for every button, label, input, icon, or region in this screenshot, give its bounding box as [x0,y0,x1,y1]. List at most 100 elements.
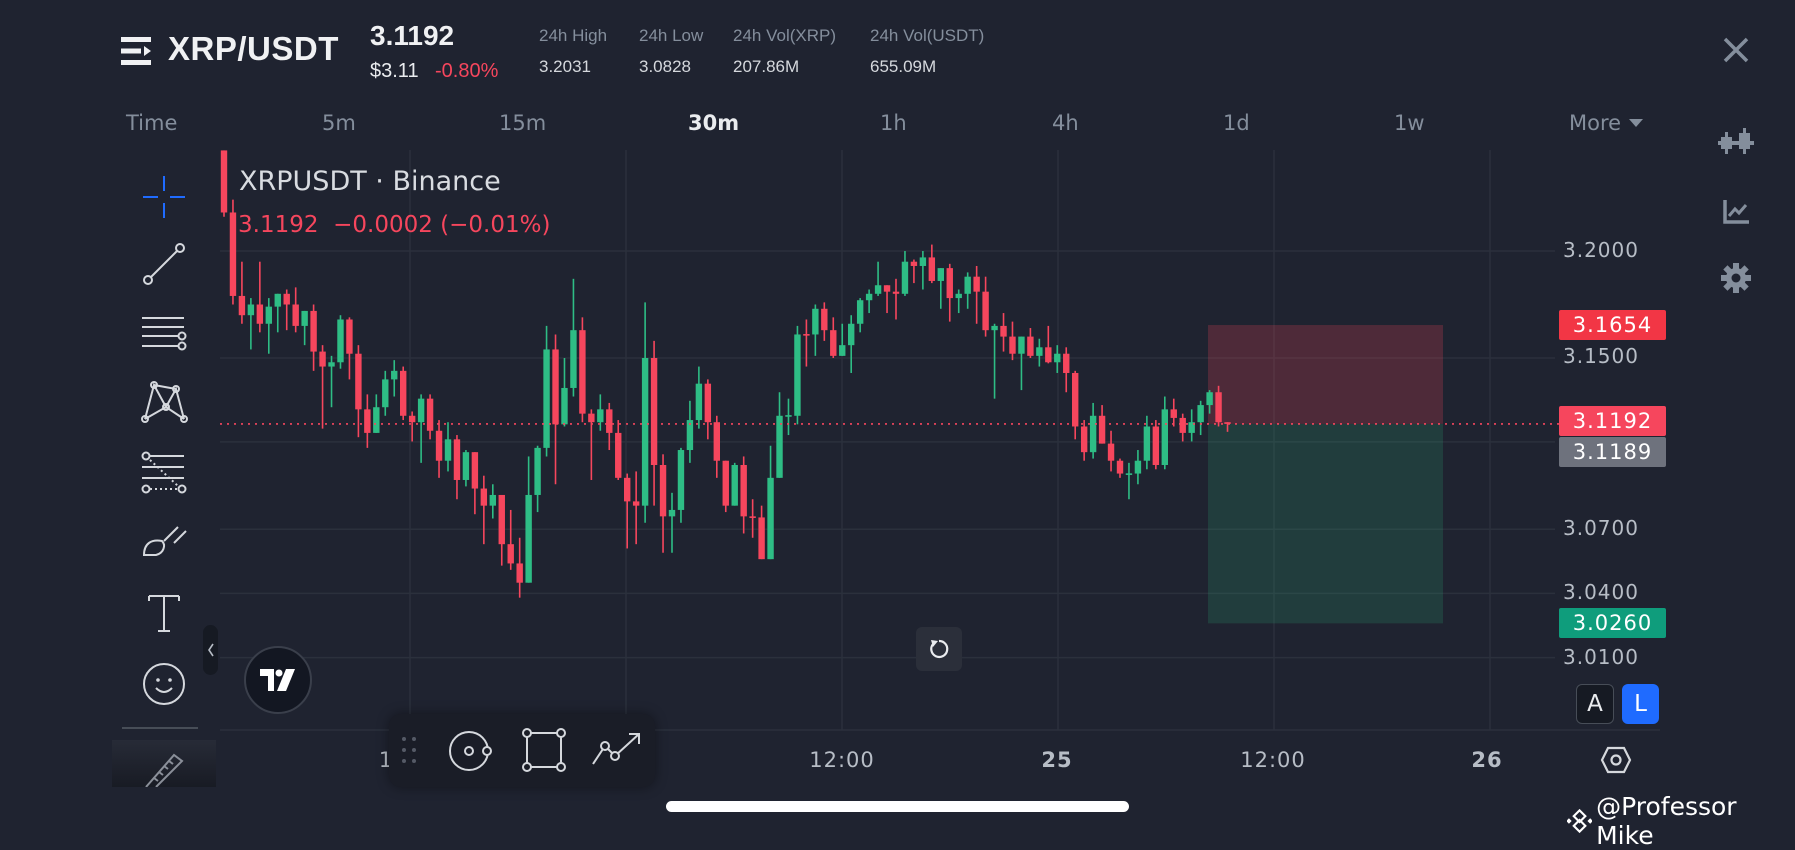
candle-body [534,447,541,495]
time-tick: 26 [1471,748,1503,772]
candle-body [1080,426,1088,453]
candle-body [722,460,729,506]
candle-body [489,494,496,506]
candle-body [1089,415,1097,453]
candle-body [830,330,837,356]
candle-body [426,398,434,431]
candle-body [731,465,738,506]
candle-body [973,276,980,292]
candle-body [570,330,577,388]
trend-line-tool-icon[interactable] [140,240,188,288]
candle-body [839,345,846,356]
candle-body [821,308,828,331]
candle-body [238,295,246,316]
crosshair-tool-icon[interactable] [140,173,188,221]
candle-body [964,276,971,294]
watermark: @Professor Mike [1567,792,1795,850]
candle-body [507,544,514,564]
time-tick: 12:00 [809,748,875,772]
candle-body [641,358,649,506]
candle-body [256,304,264,324]
candle-body [220,150,228,213]
candle-body [462,452,470,480]
candle-body [1098,415,1106,444]
candle-body [901,261,909,294]
chart-symbol-legend: XRPUSDT · Binance [239,166,501,197]
candle-body [919,257,927,266]
time-tick: 25 [1041,748,1073,772]
candle-body [928,257,936,281]
floating-drawing-toolbar [389,714,655,787]
candle-body [1125,473,1133,475]
candle-body [247,304,255,316]
auto-scale-button[interactable]: A [1576,684,1614,724]
candle-body [991,325,998,331]
log-scale-button[interactable]: L [1622,684,1659,724]
candle-body [713,422,720,461]
candle-body [1116,460,1124,474]
candle-body [516,563,523,583]
ruler-tool-icon[interactable] [112,740,216,787]
candle-body [1170,409,1177,418]
reset-chart-button[interactable] [916,627,962,671]
candle-body [391,370,398,380]
candle-body [1215,392,1222,423]
candle-body [606,409,613,433]
candle-body [1179,417,1186,433]
position-risk-zone [1208,325,1443,424]
emoji-tool-icon[interactable] [140,660,188,708]
rectangle-tool-icon[interactable] [522,728,566,777]
candle-body [435,430,443,461]
candle-body [910,261,918,266]
horizontal-lines-tool-icon[interactable] [140,311,188,359]
candle-body [498,494,505,545]
last-price-badge: 3.1192 [1559,406,1666,436]
candle-body [1000,325,1007,337]
candle-body [1107,443,1115,461]
candle-body [776,415,783,478]
candle-body [310,310,317,352]
drag-handle-icon[interactable] [401,736,417,769]
candle-body [552,349,559,425]
candle-body [1161,409,1168,465]
candle-body [480,488,488,506]
candle-body [856,300,864,324]
price-tick: 3.1500 [1563,344,1639,368]
candle-body [937,268,944,281]
fibonacci-tool-icon[interactable] [140,449,188,497]
candle-body [624,477,631,502]
chart-price-legend: 3.1192 −0.0002 (−0.01%) [238,212,551,238]
candle-body [767,477,774,560]
candle-body [382,379,389,408]
pattern-tool-icon[interactable] [140,378,188,426]
price-tick: 3.2000 [1563,238,1639,262]
time-tick: 12:00 [1240,748,1306,772]
candle-body [955,293,962,299]
candle-body [229,212,237,296]
candle-body [749,516,756,518]
stop-loss-price-badge: 3.1654 [1559,310,1666,340]
candle-body [543,349,550,448]
price-tick: 3.0400 [1563,580,1639,604]
candle-body [453,439,461,480]
chevron-left-icon [207,643,214,657]
candle-body [632,501,640,506]
circle-tool-icon[interactable] [449,729,495,778]
candle-body [758,517,765,560]
candle-body [794,334,801,416]
tradingview-logo[interactable] [244,646,312,714]
toolbar-divider [122,727,198,729]
collapse-toolbar-button[interactable] [203,625,218,675]
candle-body [373,407,380,433]
brush-tool-icon[interactable] [140,514,188,562]
candle-body [319,351,326,367]
path-tool-icon[interactable] [591,730,645,775]
candle-body [355,353,362,410]
candle-body [274,293,281,307]
chart-visibility-icon[interactable] [1600,746,1632,779]
candle-body [400,370,407,416]
text-tool-icon[interactable] [140,589,188,637]
candle-body [588,413,595,423]
candle-body [1027,336,1034,356]
candle-body [1152,426,1160,465]
